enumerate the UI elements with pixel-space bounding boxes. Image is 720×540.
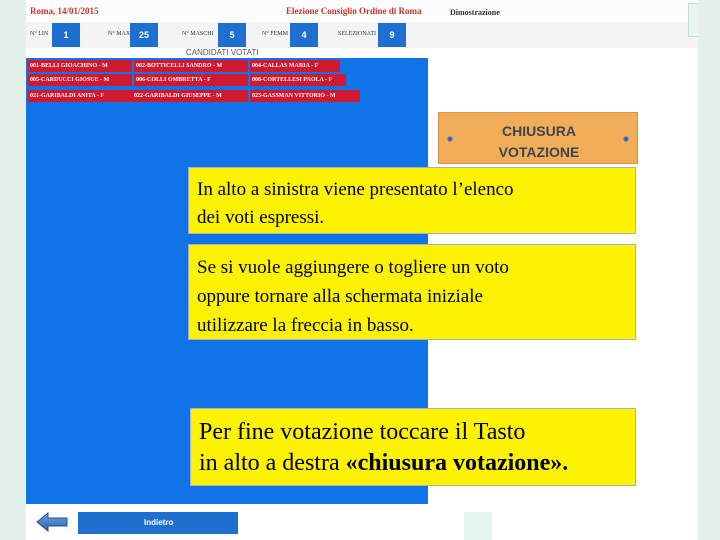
candidate-chip[interactable]: 002-BOTTICELLI SANDRO - M [134, 60, 248, 72]
close-voting-label: CHIUSURA VOTAZIONE [498, 123, 580, 160]
stat-value-lin: 1 [52, 23, 80, 47]
stat-value-maschi: 5 [218, 23, 246, 47]
decorative-square [464, 512, 492, 540]
stat-value-selezionati: 9 [378, 23, 406, 47]
close-voting-button[interactable]: CHIUSURA VOTAZIONE [438, 112, 638, 164]
candidate-chip[interactable]: 023-GASSMAN VITTORIO - M [250, 90, 360, 102]
vote-stats-bar: N° LIN 1 N° MAX 25 N° MASCHI 5 N° FEMM 4… [26, 22, 698, 48]
candidate-chip[interactable]: 022-GARIBALDI GIUSEPPE - M [132, 90, 248, 102]
candidate-chip[interactable]: 005-CARDUCCI GIOSUE - M [28, 74, 132, 86]
candidate-chip[interactable]: 006-COLLI OMBRETTA - F [134, 74, 248, 86]
callout-back-arrow: Se si vuole aggiungere o togliere un vot… [188, 244, 636, 340]
stat-value-femm: 4 [290, 23, 318, 47]
voted-candidates-title: CANDIDATI VOTATI [186, 48, 259, 57]
candidate-chip[interactable]: 008-CORTELLESI PAOLA - F [250, 74, 346, 86]
button-rivet-icon [623, 136, 629, 142]
candidate-chip[interactable]: 021-GARIBALDI ANITA - F [28, 90, 132, 102]
election-title: Elezione Consiglio Ordine di Roma [286, 6, 422, 16]
decorative-square [688, 3, 698, 37]
demo-label: Dimostrazione [450, 8, 500, 17]
voting-screen: Roma, 14/01/2015 Elezione Consiglio Ordi… [26, 0, 698, 540]
callout-voted-list: In alto a sinistra viene presentato l’el… [188, 167, 636, 234]
date-location-title: Roma, 14/01/2015 [30, 6, 99, 16]
back-button[interactable]: Indietro [78, 512, 238, 534]
back-arrow-icon[interactable] [36, 512, 68, 532]
candidate-chip[interactable]: 001-BELLI GIOACHINO - M [28, 60, 132, 72]
stat-value-max: 25 [130, 23, 158, 47]
stat-label-femm: N° FEMM [262, 31, 288, 37]
candidate-chip[interactable]: 004-CALLAS MARIA - F [250, 60, 340, 72]
stat-label-maschi: N° MASCHI [182, 31, 214, 37]
stat-label-max: N° MAX [108, 31, 131, 37]
stat-label-lin: N° LIN [30, 31, 49, 37]
button-rivet-icon [447, 136, 453, 142]
callout-close-voting: Per fine votazione toccare il Tasto in a… [190, 408, 636, 486]
app-header: Roma, 14/01/2015 Elezione Consiglio Ordi… [26, 0, 698, 22]
stat-label-selezionati: SELEZIONATI [338, 31, 376, 37]
